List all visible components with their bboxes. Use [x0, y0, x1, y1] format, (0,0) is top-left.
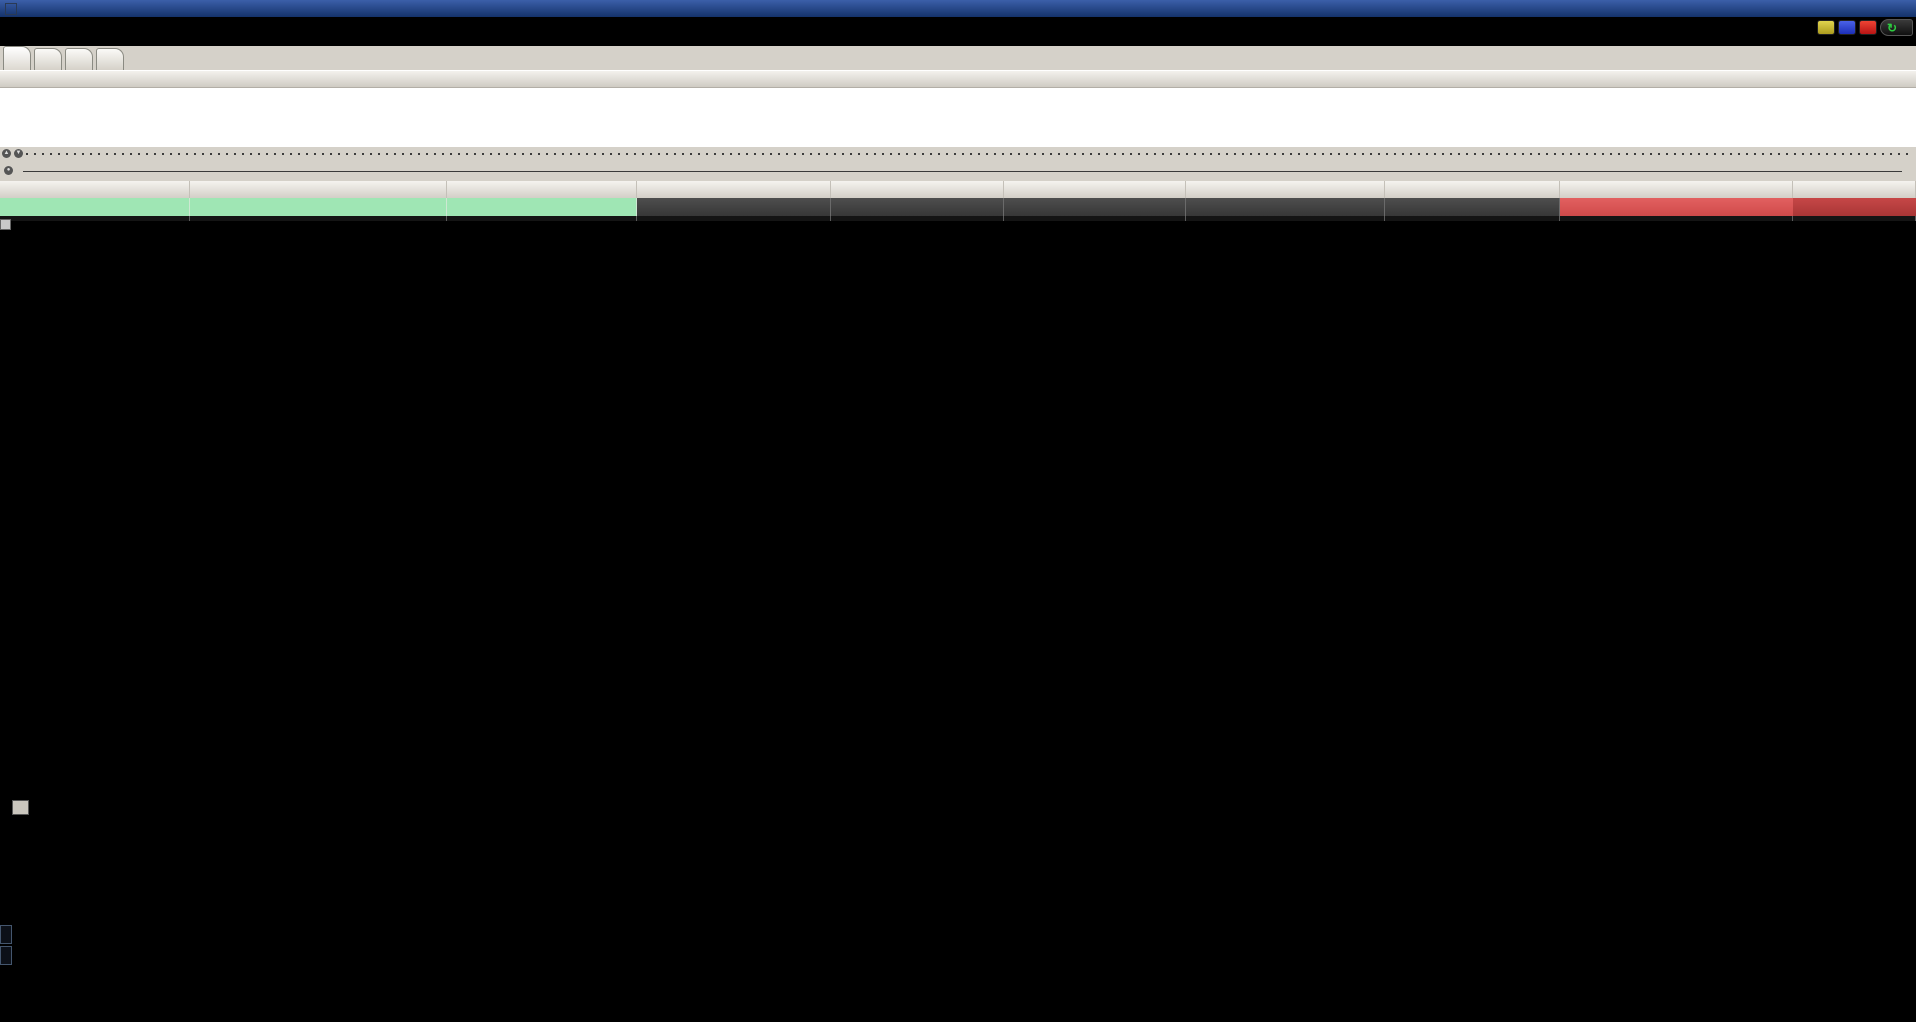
kaufen-button[interactable] [1837, 20, 1856, 35]
cell-veraenderung[interactable] [1793, 198, 1916, 216]
konsolidiert-button[interactable]: ↻ [1879, 19, 1913, 36]
orders-column-headers [0, 70, 1916, 88]
cell-beschreibung[interactable] [190, 198, 447, 216]
verkaufen-button[interactable] [1858, 20, 1877, 35]
candlestick-chart[interactable] [0, 221, 1916, 1022]
panel-tabs [0, 46, 1916, 70]
cell-geldkursvolumen[interactable] [831, 198, 1004, 216]
col-briefkursvolumen[interactable] [1385, 181, 1560, 198]
cell-geldkurs[interactable] [1004, 198, 1186, 216]
panel-menu-icon[interactable]: ● [4, 166, 13, 175]
cell-unternehmensname[interactable] [447, 198, 637, 216]
add-alert-button[interactable] [1816, 20, 1835, 35]
cell-mark[interactable] [637, 198, 831, 216]
quote-table-header [0, 181, 1916, 198]
col-mark[interactable] [637, 181, 831, 198]
header-rule [23, 170, 1902, 172]
panel-splitter[interactable]: ▲ ▼ [0, 147, 1916, 160]
collapse-down-icon[interactable]: ▼ [14, 149, 23, 158]
chart-scroll-top-icon[interactable] [0, 219, 11, 230]
quote-panel-header: ● [0, 160, 1916, 181]
tabrow-extra-icons [1904, 46, 1910, 70]
col-veraenderung[interactable] [1793, 181, 1916, 198]
orders-empty-area[interactable] [0, 88, 1916, 147]
cell-briefkursvolumen[interactable] [1385, 198, 1560, 216]
tab-ausfuehrungen[interactable] [65, 48, 93, 70]
col-unternehmensname[interactable] [447, 181, 637, 198]
col-boerse[interactable] [0, 181, 190, 198]
col-geldkurs[interactable] [1004, 181, 1186, 198]
order-buttons: ↻ [1816, 19, 1913, 36]
quote-row [0, 198, 1916, 216]
cell-veraenderung-pct[interactable] [1560, 198, 1793, 216]
cell-boerse[interactable] [0, 198, 190, 216]
chart-toolbar [0, 17, 1916, 46]
volume-pane-tab[interactable] [12, 800, 29, 815]
cell-briefkurs[interactable] [1186, 198, 1385, 216]
col-briefkurs[interactable] [1186, 181, 1385, 198]
tab-orders[interactable] [3, 46, 31, 70]
tab-protokoll[interactable] [34, 48, 62, 70]
collapse-up-icon[interactable]: ▲ [2, 149, 11, 158]
title-bar[interactable] [0, 0, 1916, 17]
col-veraenderung-pct[interactable] [1560, 181, 1793, 198]
pane-collapse-down-icon[interactable] [0, 946, 12, 965]
consolidate-icon: ↻ [1886, 20, 1897, 35]
pane-collapse-left-icon[interactable] [0, 925, 12, 944]
tab-portfolio[interactable] [96, 48, 124, 70]
col-beschreibung[interactable] [190, 181, 447, 198]
col-geldkursvolumen[interactable] [831, 181, 1004, 198]
splitter-dots[interactable] [26, 152, 1914, 155]
app-icon [5, 2, 17, 15]
